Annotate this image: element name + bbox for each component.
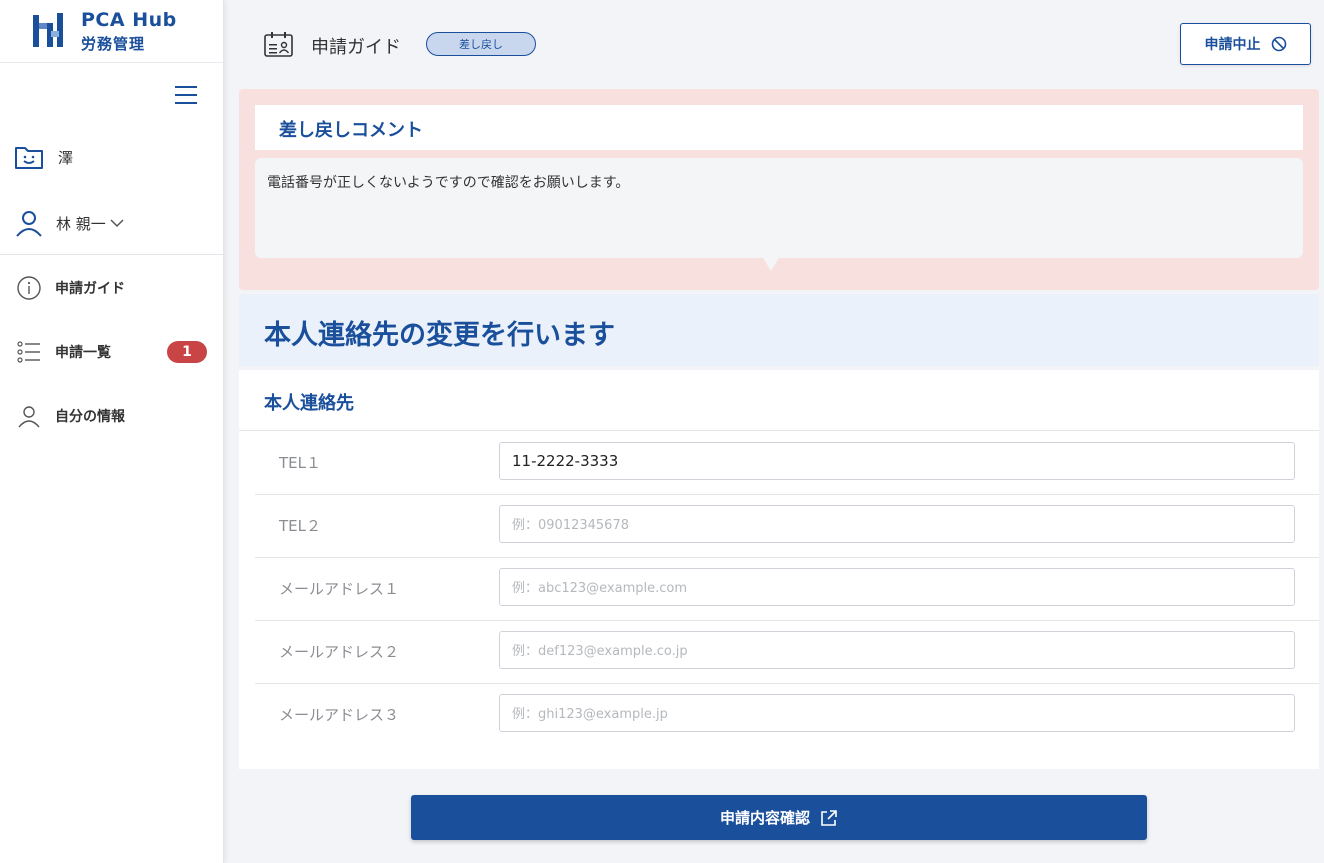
sidebar: PCA Hub 労務管理 澤 林 親一 申請ガイド 申請一覧 1 自分の情報 <box>0 0 224 863</box>
list-icon <box>17 341 40 363</box>
comment-header: 差し戻しコメント <box>255 105 1303 150</box>
card-title: 本人連絡先 <box>264 393 354 414</box>
email2-input[interactable] <box>499 631 1295 669</box>
section-heading-title: 本人連絡先の変更を行います <box>264 320 615 351</box>
tel1-input[interactable] <box>499 442 1295 480</box>
form-row-email2: メールアドレス２ <box>255 620 1319 684</box>
form-row-tel1: TEL１ <box>255 431 1319 495</box>
prohibited-icon <box>1271 36 1286 52</box>
external-link-icon <box>821 809 837 826</box>
field-label: TEL２ <box>279 517 321 535</box>
sidebar-item-label: 申請一覧 <box>55 345 111 361</box>
section-heading: 本人連絡先の変更を行います <box>239 294 1319 366</box>
cancel-application-button[interactable]: 申請中止 <box>1180 23 1311 65</box>
form-row-tel2: TEL２ <box>255 494 1319 558</box>
status-badge: 差し戻し <box>426 32 536 56</box>
pca-hub-logo-icon <box>33 13 63 47</box>
brand-name: PCA Hub <box>81 9 177 31</box>
form-row-email1: メールアドレス１ <box>255 557 1319 621</box>
comment-title: 差し戻しコメント <box>279 120 423 141</box>
sidebar-item-label: 申請ガイド <box>55 281 125 297</box>
confirm-application-button[interactable]: 申請内容確認 <box>411 795 1147 840</box>
form-row-email3: メールアドレス３ <box>255 683 1319 746</box>
tel2-input[interactable] <box>499 505 1295 543</box>
menu-toggle-icon[interactable] <box>175 86 197 104</box>
sidebar-divider <box>0 254 223 255</box>
field-label: TEL１ <box>279 454 321 472</box>
folder-smile-icon <box>15 147 43 169</box>
return-comment-box: 差し戻しコメント 電話番号が正しくないようですので確認をお願いします。 <box>239 89 1319 290</box>
company-selector[interactable]: 澤 <box>14 144 73 170</box>
comment-tail <box>763 258 779 271</box>
person-icon <box>18 406 40 428</box>
user-icon <box>16 211 42 237</box>
comment-body: 電話番号が正しくないようですので確認をお願いします。 <box>255 158 1303 258</box>
company-name: 澤 <box>58 148 74 167</box>
email3-input[interactable] <box>499 694 1295 732</box>
sidebar-item-label: 自分の情報 <box>55 409 125 425</box>
brand[interactable]: PCA Hub 労務管理 <box>0 0 223 63</box>
user-menu[interactable]: 林 親一 <box>14 208 124 238</box>
chevron-down-icon <box>110 219 124 228</box>
contact-form-card: 本人連絡先 TEL１ TEL２ メールアドレス１ メールアドレス２ メールアドレ… <box>239 370 1319 769</box>
cancel-button-label: 申請中止 <box>1204 37 1261 53</box>
user-name: 林 親一 <box>56 214 106 233</box>
email1-input[interactable] <box>499 568 1295 606</box>
sidebar-item-profile[interactable]: 自分の情報 <box>16 401 208 431</box>
field-label: メールアドレス３ <box>279 706 400 724</box>
sidebar-item-guide[interactable]: 申請ガイド <box>16 273 208 303</box>
confirm-button-label: 申請内容確認 <box>719 809 810 827</box>
field-label: メールアドレス２ <box>279 643 400 661</box>
guide-document-icon <box>264 32 293 57</box>
field-label: メールアドレス１ <box>279 580 400 598</box>
info-icon <box>17 276 41 300</box>
sidebar-item-requests[interactable]: 申請一覧 1 <box>16 337 208 367</box>
count-badge: 1 <box>167 341 207 363</box>
comment-text: 電話番号が正しくないようですので確認をお願いします。 <box>267 175 630 191</box>
page-title: 申請ガイド <box>311 37 401 58</box>
brand-subtitle: 労務管理 <box>81 35 146 53</box>
